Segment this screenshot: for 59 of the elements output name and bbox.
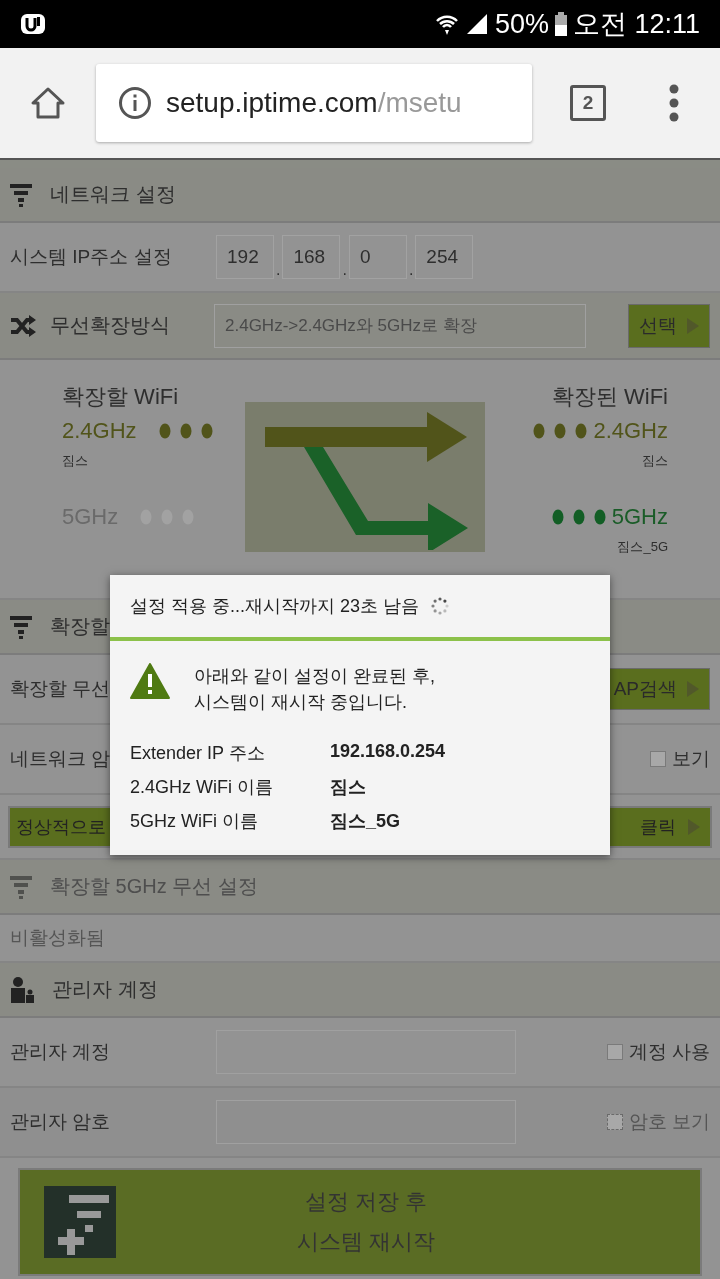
section-title: 네트워크 설정 bbox=[50, 182, 176, 207]
ip-separator: . bbox=[408, 261, 414, 279]
field-label: 관리자 계정 bbox=[10, 1040, 112, 1064]
network-name: 짐스 bbox=[642, 452, 668, 470]
checkbox[interactable] bbox=[606, 1044, 623, 1060]
column-title: 확장된 WiFi bbox=[551, 383, 668, 411]
ip-field[interactable]: 192 bbox=[216, 235, 274, 279]
address-bar[interactable]: setup.iptime.com/msetu bbox=[96, 64, 532, 142]
field-label: 관리자 암호 bbox=[10, 1110, 112, 1134]
band-label: 5GHz bbox=[611, 504, 668, 530]
network-name: 짐스 bbox=[62, 452, 89, 470]
home-icon bbox=[30, 85, 66, 121]
warning-icon bbox=[130, 663, 170, 699]
user-icon bbox=[10, 976, 34, 1003]
settings-plus-icon bbox=[44, 1186, 116, 1258]
band-label: 2.4GHz bbox=[593, 418, 668, 444]
ip-separator: . bbox=[342, 261, 347, 279]
detail-value: 192.168.0.254 bbox=[330, 741, 447, 764]
mode-field[interactable]: 2.4GHz->2.4GHz와 5GHz로 확장 bbox=[214, 303, 586, 348]
shuffle-icon bbox=[10, 314, 36, 337]
ip-separator: . bbox=[276, 261, 281, 279]
option-label: 계정 사용 bbox=[628, 1040, 710, 1064]
select-button[interactable]: 선택 bbox=[628, 303, 710, 348]
status-text: 비활성화됨 bbox=[10, 926, 106, 950]
battery-icon bbox=[554, 12, 567, 36]
app-icon bbox=[20, 12, 46, 36]
battery-percent: 50% bbox=[494, 8, 549, 40]
loading-spinner-icon bbox=[431, 597, 450, 615]
tab-count-button[interactable]: 2 bbox=[570, 85, 606, 121]
option-label: 암호 보기 bbox=[628, 1110, 710, 1134]
column-title: 확장할 WiFi bbox=[62, 383, 180, 411]
dialog-title: 설정 적용 중...재시작까지 23초 남음 bbox=[130, 595, 420, 618]
checkbox[interactable] bbox=[650, 751, 666, 767]
section-title: 무선확장방식 bbox=[50, 313, 170, 338]
field-label: 시스템 IP주소 설정 bbox=[10, 245, 173, 269]
detail-label: 5GHz WiFi 이름 bbox=[130, 810, 259, 834]
network-name: 짐스_5G bbox=[617, 538, 668, 556]
ip-field[interactable]: 0 bbox=[348, 235, 407, 279]
dialog-message: 아래와 같이 설정이 완료된 후, 시스템이 재시작 중입니다. bbox=[194, 665, 435, 715]
section-title: 관리자 계정 bbox=[52, 977, 158, 1002]
detail-label: Extender IP 주소 bbox=[130, 742, 266, 766]
clock: 오전 12:11 bbox=[572, 8, 700, 41]
filter-icon bbox=[10, 182, 32, 207]
option-label: 보기 bbox=[672, 747, 710, 771]
field-label: 네트워크 암 bbox=[10, 747, 111, 771]
ip-field[interactable]: 168 bbox=[282, 235, 341, 279]
info-icon bbox=[118, 86, 152, 120]
filter-icon bbox=[10, 874, 32, 899]
detail-value: 짐스 bbox=[330, 776, 367, 800]
detail-value: 짐스_5G bbox=[330, 810, 402, 834]
section-title: 확장할 5GHz 무선 설정 bbox=[50, 874, 258, 899]
detail-label: 2.4GHz WiFi 이름 bbox=[130, 776, 274, 800]
field-label: 확장할 무선 bbox=[10, 677, 111, 701]
menu-icon bbox=[668, 83, 680, 123]
band-label: 2.4GHz bbox=[62, 418, 137, 444]
filter-icon bbox=[10, 614, 32, 639]
url-text: setup.iptime.com/msetu bbox=[166, 87, 462, 119]
ip-field[interactable]: 254 bbox=[415, 235, 474, 279]
section-title: 확장할 bbox=[50, 614, 110, 639]
